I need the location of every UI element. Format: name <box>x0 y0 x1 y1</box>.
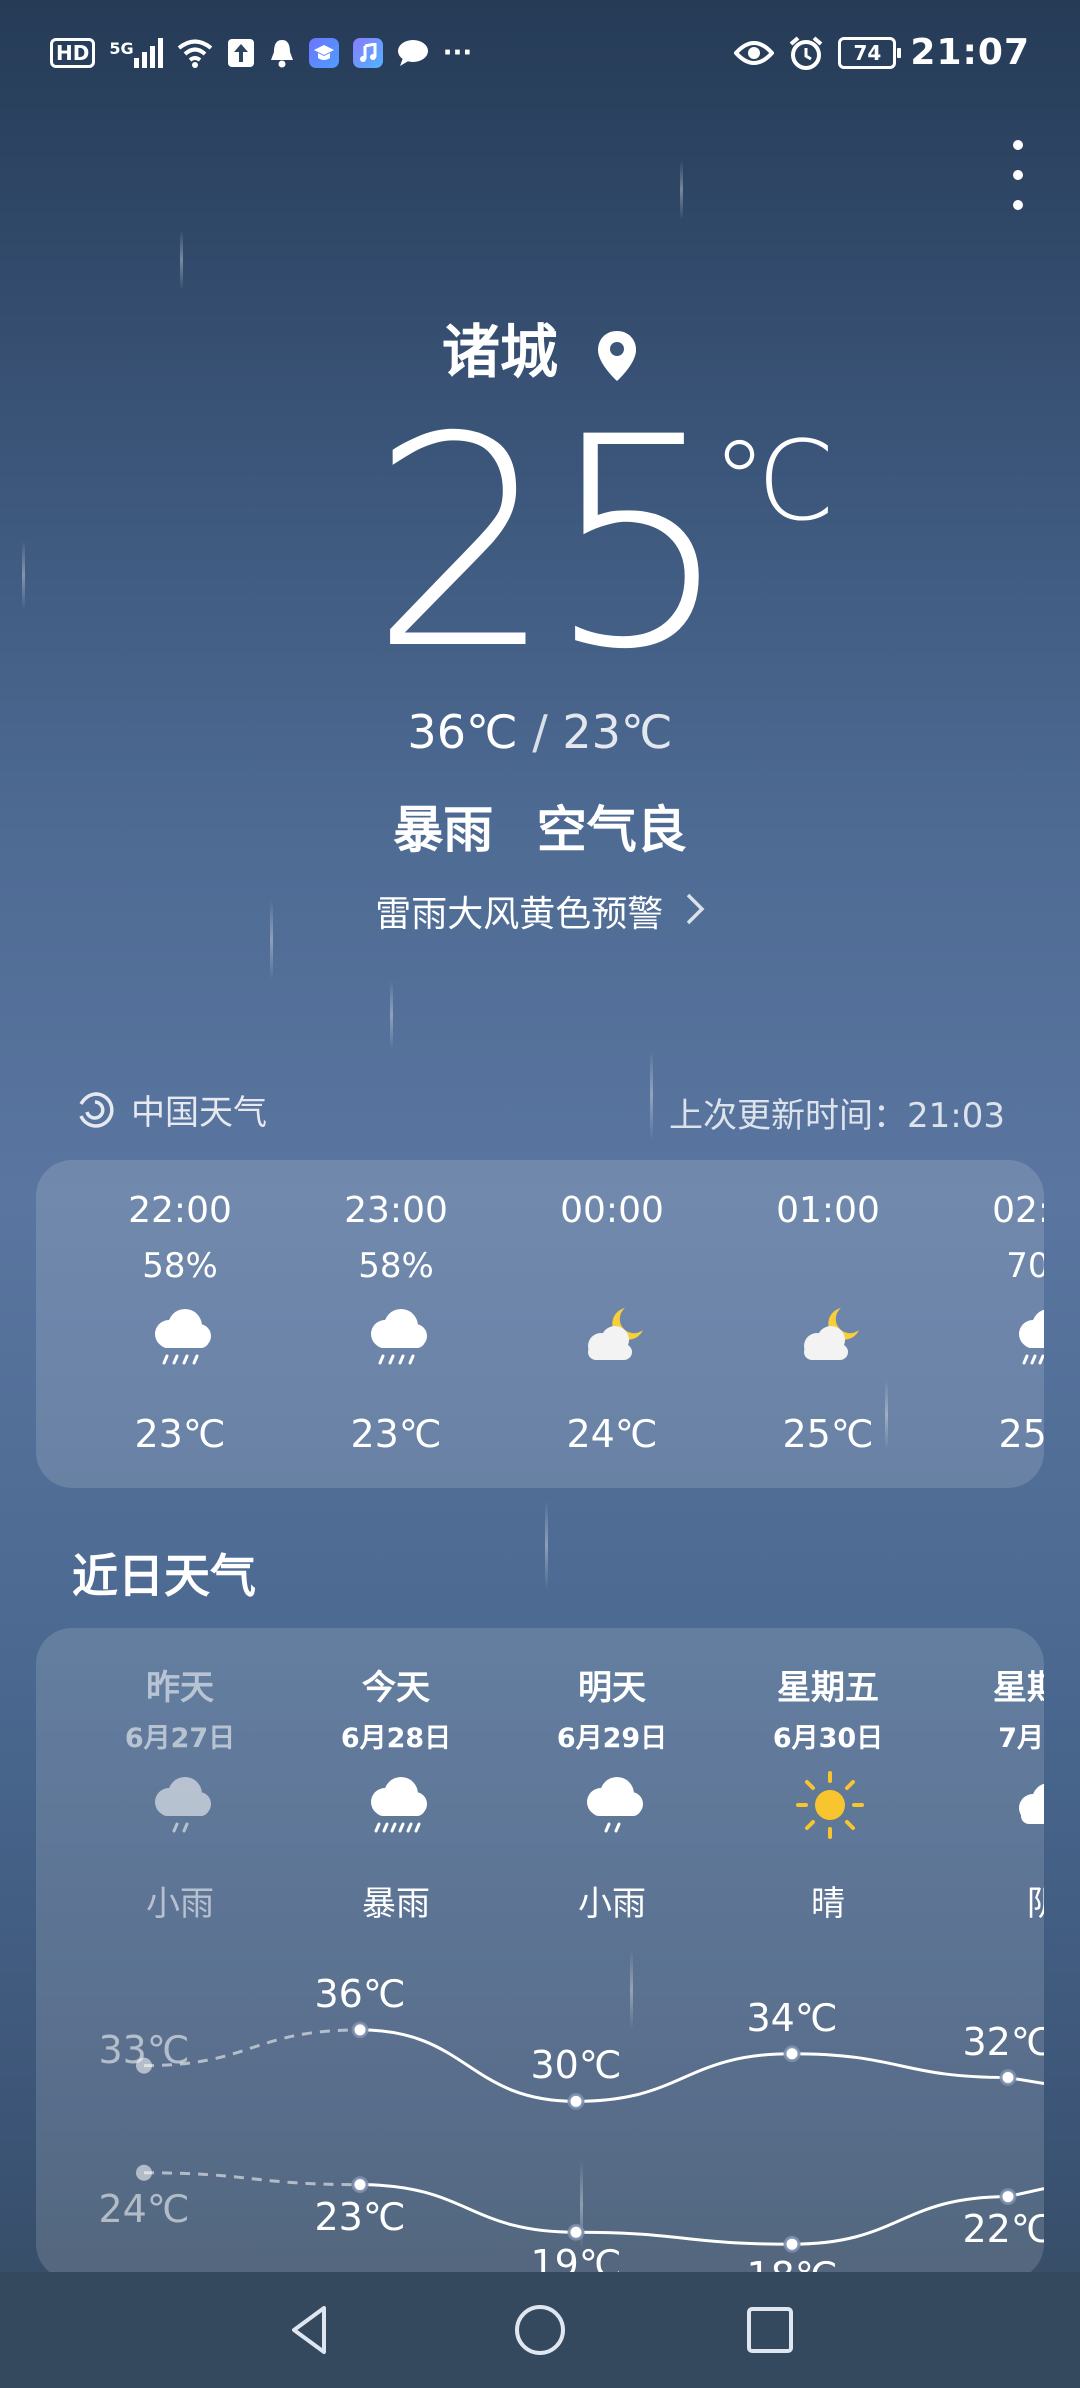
high-low-separator: / <box>532 705 548 759</box>
back-icon[interactable] <box>272 2292 348 2368</box>
high-temp-label: 33℃ <box>98 2027 190 2072</box>
hour-temp: 23℃ <box>350 1412 442 1456</box>
rain-cloud-icon <box>371 1309 427 1365</box>
weather-screen: HD 5G ··· 74 21:07 诸城 25 ℃ 36℃ / 23℃ 暴雨 … <box>0 0 1080 2388</box>
chat-icon <box>397 40 428 66</box>
hour-time: 22:00 <box>128 1190 232 1231</box>
hour-item: 01:00 25℃ <box>743 1160 913 1488</box>
high-temperature: 36℃ <box>407 705 518 759</box>
hour-time: 01:00 <box>776 1190 880 1231</box>
location-pin-icon <box>598 330 637 381</box>
hour-precip: 58% <box>142 1246 218 1286</box>
battery-level: 74 <box>853 40 882 65</box>
status-bar: HD 5G ··· 74 21:07 <box>0 0 1080 120</box>
moon-cloud-icon <box>588 1308 643 1360</box>
bell-icon <box>270 40 293 68</box>
battery-icon: 74 <box>838 36 902 69</box>
air-quality[interactable]: 空气良 <box>537 801 687 859</box>
low-temp-point <box>783 2235 801 2253</box>
low-temp-label: 24℃ <box>98 2186 190 2231</box>
low-temp-point <box>999 2188 1017 2206</box>
low-temp-point <box>567 2223 585 2241</box>
status-left-icons: HD 5G ··· <box>50 38 472 68</box>
status-time: 21:07 <box>910 32 1030 73</box>
school-app-icon <box>308 38 339 68</box>
high-temp-point <box>999 2069 1017 2087</box>
hour-time: 00:00 <box>560 1190 664 1231</box>
low-temp-past-line <box>143 2171 361 2187</box>
low-temp-point <box>351 2176 369 2194</box>
wifi-icon <box>177 39 212 68</box>
hour-temp: 25℃ <box>782 1412 874 1456</box>
temperature-unit: ℃ <box>712 417 836 545</box>
hour-time: 23:00 <box>344 1190 448 1231</box>
home-icon[interactable] <box>502 2292 578 2368</box>
signal-icon: 5G <box>109 38 163 68</box>
rain-streak <box>22 540 25 610</box>
hourly-forecast-card[interactable]: 22:00 58% 23℃ 23:00 58% 23℃ 00:00 24℃ 01… <box>36 1160 1044 1488</box>
high-temp-point <box>567 2092 585 2110</box>
hour-item: 00:00 24℃ <box>527 1160 697 1488</box>
rain-cloud-icon <box>155 1309 211 1365</box>
low-temp-label: 23℃ <box>314 2194 406 2239</box>
alarm-icon <box>790 35 823 70</box>
more-icon: ··· <box>442 38 473 68</box>
hour-time: 02:00 <box>992 1190 1044 1231</box>
high-temp-label: 34℃ <box>746 1995 838 2040</box>
rain-streak <box>680 160 683 220</box>
daily-forecast-card[interactable]: 昨天 6月27日 小雨 今天 6月28日 暴雨 明天 6月29日 小雨 星期五 … <box>36 1628 1044 2280</box>
china-weather-logo-icon <box>79 1091 114 1128</box>
high-temp-point <box>783 2045 801 2063</box>
weather-alert[interactable]: 雷雨大风黄色预警 <box>0 885 1080 937</box>
hour-precip: 58% <box>358 1246 434 1286</box>
eye-icon <box>734 40 775 65</box>
status-right-icons: 74 21:07 <box>734 32 1030 73</box>
high-low-temperature: 36℃ / 23℃ <box>0 705 1080 759</box>
hour-temp: 23℃ <box>134 1412 226 1456</box>
heavy-rain-icon <box>1019 1309 1044 1365</box>
navigation-bar <box>0 2272 1080 2388</box>
low-temperature: 23℃ <box>562 705 673 759</box>
dot-icon <box>1013 140 1023 150</box>
hour-temp: 24℃ <box>566 1412 658 1456</box>
rain-streak <box>390 980 393 1050</box>
high-temp-label: 36℃ <box>314 1971 406 2016</box>
temperature-trend-chart <box>136 2021 1044 2253</box>
upload-icon <box>227 39 254 67</box>
hour-precip: 70% <box>1006 1246 1044 1286</box>
current-temperature: 25 <box>370 376 731 713</box>
dot-icon <box>1013 170 1023 180</box>
high-temp-point <box>351 2021 369 2039</box>
moon-cloud-icon <box>804 1308 859 1360</box>
low-temp-label: 22℃ <box>962 2206 1044 2251</box>
chevron-right-icon <box>686 893 705 925</box>
last-updated: 上次更新时间：21:03 <box>669 1096 1005 1136</box>
dot-icon <box>1013 200 1023 210</box>
condition-line: 暴雨 空气良 <box>0 790 1080 862</box>
hd-icon: HD <box>50 38 96 68</box>
low-temp-point <box>136 2164 152 2181</box>
high-temp-label: 30℃ <box>530 2043 622 2088</box>
data-source: 中国天气 <box>75 1085 267 1134</box>
more-menu-button[interactable] <box>1006 140 1030 210</box>
hour-item: 22:00 58% 23℃ <box>95 1160 265 1488</box>
rain-streak <box>180 230 183 290</box>
rain-streak <box>545 1500 548 1590</box>
source-name: 中国天气 <box>131 1093 267 1133</box>
rain-streak <box>650 1050 653 1140</box>
hour-item: 23:00 58% 23℃ <box>311 1160 481 1488</box>
music-app-icon <box>352 38 383 68</box>
recents-icon[interactable] <box>732 2292 808 2368</box>
network-type: 5G <box>109 39 134 58</box>
hour-item: 02:00 70% 25℃ <box>959 1160 1044 1488</box>
hour-temp: 25℃ <box>998 1412 1044 1456</box>
weather-condition: 暴雨 <box>393 801 494 859</box>
daily-section-title: 近日天气 <box>72 1549 256 1603</box>
alert-text: 雷雨大风黄色预警 <box>375 894 664 935</box>
high-temp-label: 32℃ <box>962 2019 1044 2064</box>
